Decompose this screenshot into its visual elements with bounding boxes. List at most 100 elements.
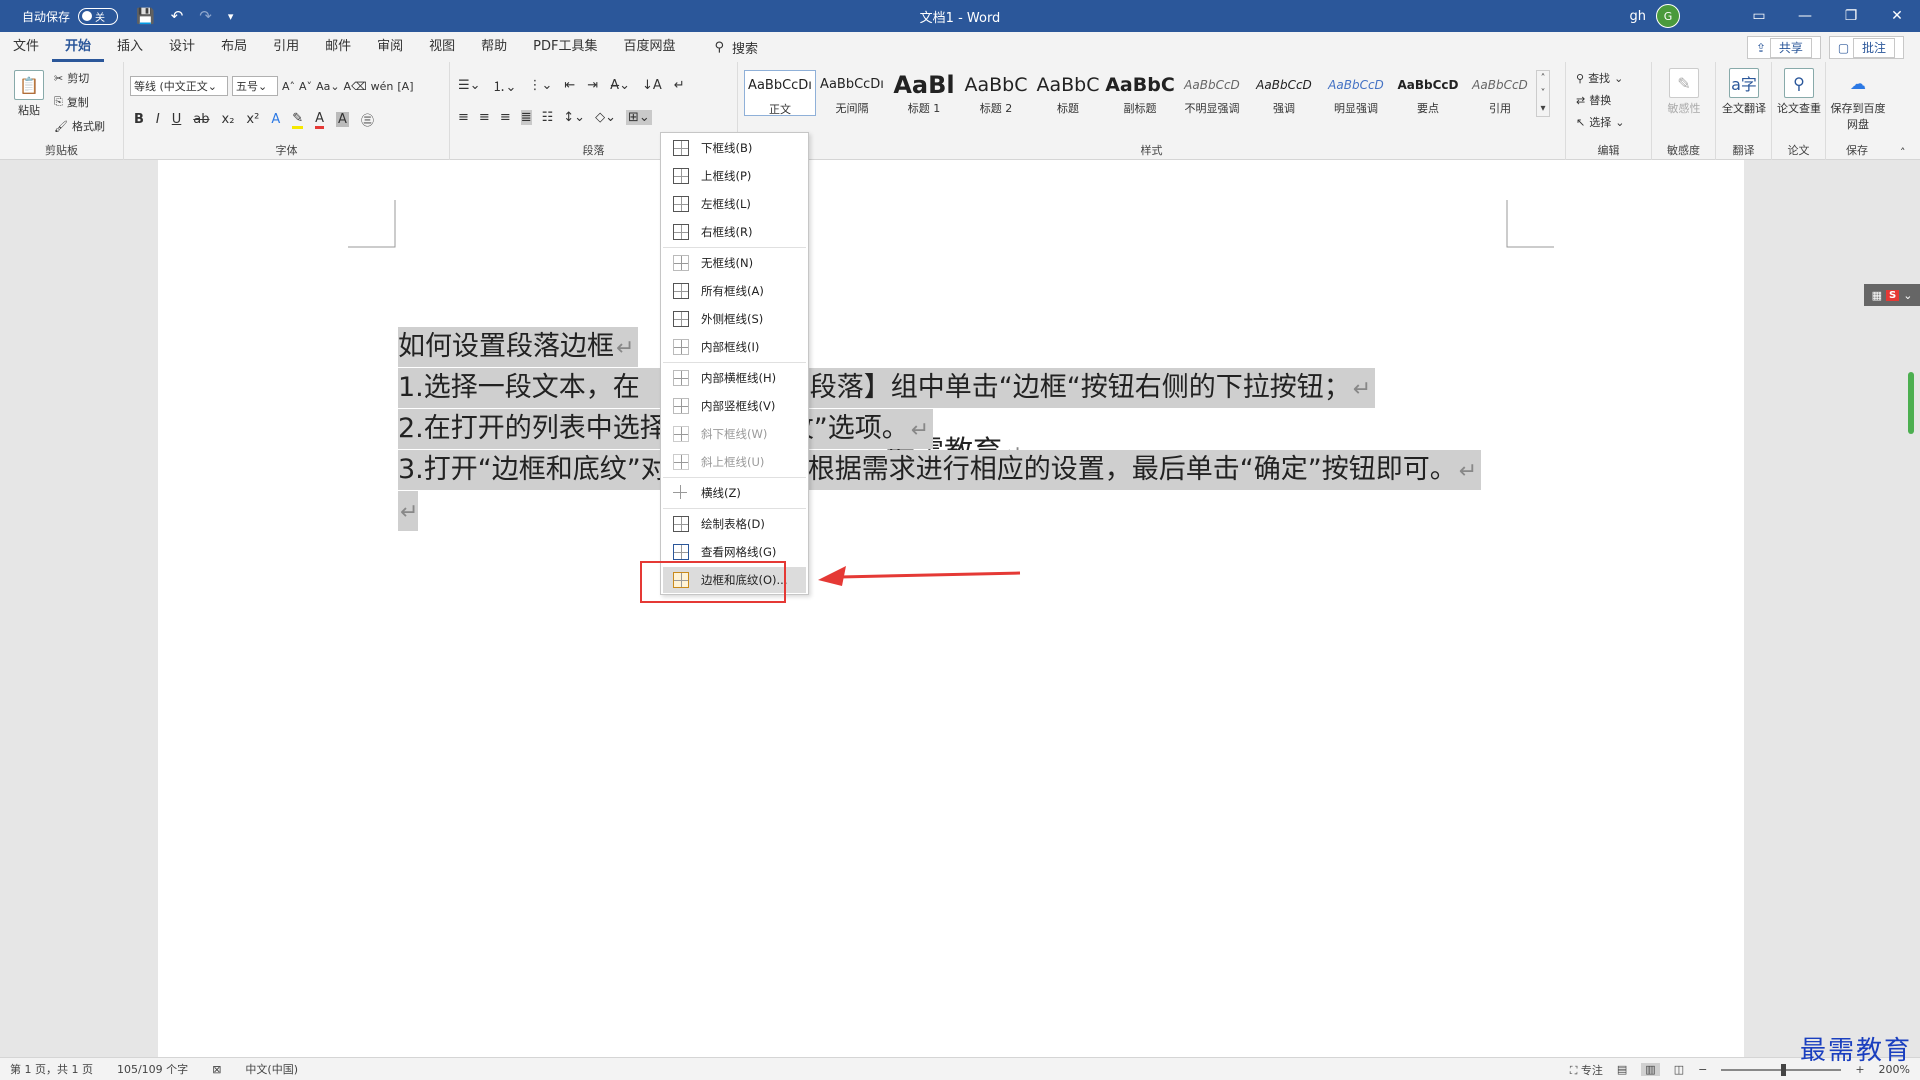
grow-font-icon[interactable]: A˄ xyxy=(282,80,295,93)
minimize-button[interactable]: — xyxy=(1782,0,1828,32)
language[interactable]: 中文(中国) xyxy=(245,1061,298,1077)
zoom-slider-thumb[interactable] xyxy=(1781,1063,1787,1076)
user-account[interactable]: gh G xyxy=(1630,0,1680,32)
doc-line-empty[interactable]: ↵ xyxy=(398,491,419,531)
line-spacing-icon[interactable]: ↕⌄ xyxy=(563,110,585,125)
borders-icon[interactable]: ⊞⌄ xyxy=(625,110,652,125)
doc-line-step-3[interactable]: 3.打开“边框和底纹”对 根据需求进行相应的设置，最后单击“确定”按钮即可。↵ xyxy=(398,450,1482,490)
page-count[interactable]: 第 1 页，共 1 页 xyxy=(10,1061,93,1077)
styles-gallery-scroll[interactable]: ˄ ˅ ▾ xyxy=(1536,70,1550,117)
menu-item-inside-horizontal[interactable]: 内部横框线(H) xyxy=(663,365,806,391)
enclose-characters-icon[interactable]: ㊂ xyxy=(361,110,374,129)
style-subtitle[interactable]: AaBbC 副标题 xyxy=(1104,70,1176,116)
tab-layout[interactable]: 布局 xyxy=(208,32,260,62)
strikethrough-icon[interactable]: ab xyxy=(193,112,209,127)
bullets-icon[interactable]: ☰⌄ xyxy=(458,78,481,93)
zoom-out-button[interactable]: − xyxy=(1698,1063,1707,1076)
character-border-icon[interactable]: [A] xyxy=(397,80,413,93)
ribbon-display-icon[interactable]: ▭ xyxy=(1736,0,1782,32)
menu-item-inside-vertical[interactable]: 内部竖框线(V) xyxy=(663,393,806,419)
superscript-icon[interactable]: x² xyxy=(246,112,259,127)
word-count[interactable]: 105/109 个字 xyxy=(117,1061,188,1077)
font-name-select[interactable]: 等线 (中文正文 ⌄ xyxy=(130,76,228,96)
copy-button[interactable]: ⎘ 复制 xyxy=(54,94,89,110)
focus-mode-button[interactable]: ⛶ 专注 xyxy=(1570,1062,1603,1078)
menu-item-bottom-border[interactable]: 下框线(B) xyxy=(663,135,806,161)
style-no-spacing[interactable]: AaBbCcDı 无间隔 xyxy=(816,70,888,116)
menu-item-left-border[interactable]: 左框线(L) xyxy=(663,191,806,217)
decrease-indent-icon[interactable]: ⇤ xyxy=(564,78,575,93)
style-heading-2[interactable]: AaBbC 标题 2 xyxy=(960,70,1032,116)
avatar[interactable]: G xyxy=(1656,4,1680,28)
cut-button[interactable]: ✂ 剪切 xyxy=(54,70,89,86)
text-effects-icon[interactable]: A xyxy=(271,112,280,127)
tab-insert[interactable]: 插入 xyxy=(104,32,156,62)
style-normal[interactable]: AaBbCcDı 正文 xyxy=(744,70,816,116)
tab-design[interactable]: 设计 xyxy=(156,32,208,62)
tab-review[interactable]: 审阅 xyxy=(364,32,416,62)
restore-button[interactable]: ❐ xyxy=(1828,0,1874,32)
bold-icon[interactable]: B xyxy=(134,112,144,127)
style-emphasis[interactable]: AaBbCcD 强调 xyxy=(1248,70,1320,116)
multilevel-list-icon[interactable]: ⋮⌄ xyxy=(528,78,552,93)
align-left-icon[interactable]: ≡ xyxy=(458,110,469,125)
menu-item-draw-table[interactable]: 绘制表格(D) xyxy=(663,511,806,537)
replace-button[interactable]: ⇄ 替换 xyxy=(1576,92,1611,108)
shrink-font-icon[interactable]: A˅ xyxy=(299,80,312,93)
shading-icon[interactable]: ◇⌄ xyxy=(595,110,616,125)
tab-baidu-netdisk[interactable]: 百度网盘 xyxy=(610,32,688,62)
style-title[interactable]: AaBbC 标题 xyxy=(1032,70,1104,116)
asian-layout-icon[interactable]: A̶⌄ xyxy=(610,78,630,93)
paste-button[interactable]: 📋 粘贴 xyxy=(6,70,52,118)
undo-icon[interactable]: ↶ xyxy=(171,7,184,25)
customize-qat-icon[interactable]: ▾ xyxy=(228,10,234,23)
style-heading-1[interactable]: AaBl 标题 1 xyxy=(888,70,960,116)
redo-icon[interactable]: ↷ xyxy=(199,7,212,25)
find-button[interactable]: ⚲ 查找 ⌄ xyxy=(1576,70,1623,86)
ime-widget[interactable]: ▦ S ⌄ xyxy=(1864,284,1920,306)
show-marks-icon[interactable]: ↵ xyxy=(674,78,685,93)
underline-icon[interactable]: U xyxy=(172,112,182,127)
style-intense-emphasis[interactable]: AaBbCcD 明显强调 xyxy=(1320,70,1392,116)
menu-item-horizontal-line[interactable]: 横线(Z) xyxy=(663,480,806,506)
translate-button[interactable]: a字 全文翻译 xyxy=(1721,68,1767,116)
character-shading-icon[interactable]: A xyxy=(336,112,349,127)
select-button[interactable]: ↖ 选择 ⌄ xyxy=(1576,114,1624,130)
clear-formatting-icon[interactable]: A⌫ xyxy=(344,80,367,93)
menu-item-all-borders[interactable]: 所有框线(A) xyxy=(663,278,806,304)
subscript-icon[interactable]: x₂ xyxy=(222,112,235,127)
read-mode-icon[interactable]: ▤ xyxy=(1617,1063,1627,1076)
comments-button[interactable]: ▢ 批注 xyxy=(1828,36,1904,59)
doc-line-title[interactable]: 如何设置段落边框↵ xyxy=(398,327,639,367)
menu-item-right-border[interactable]: 右框线(R) xyxy=(663,219,806,245)
doc-line-step-1[interactable]: 1.选择一段文本，在 段落】组中单击“边框“按钮右侧的下拉按钮；↵ xyxy=(398,368,1376,408)
document-page[interactable] xyxy=(158,160,1744,1057)
autosave-toggle[interactable]: 自动保存 关 xyxy=(22,7,119,25)
style-quote[interactable]: AaBbCcD 引用 xyxy=(1464,70,1536,116)
justify-icon[interactable]: ≣ xyxy=(520,110,532,125)
numbering-icon[interactable]: ⒈⌄ xyxy=(493,76,517,95)
highlight-color-icon[interactable]: ✎ xyxy=(292,111,304,129)
save-icon[interactable]: 💾 xyxy=(136,7,155,25)
tab-help[interactable]: 帮助 xyxy=(468,32,520,62)
paper-check-button[interactable]: ⚲ 论文查重 xyxy=(1776,68,1822,116)
tab-home[interactable]: 开始 xyxy=(52,32,105,62)
font-size-select[interactable]: 五号 ⌄ xyxy=(232,76,278,96)
style-subtle-emphasis[interactable]: AaBbCcD 不明显强调 xyxy=(1176,70,1248,116)
share-button[interactable]: ⇪ 共享 xyxy=(1746,36,1821,59)
web-layout-icon[interactable]: ◫ xyxy=(1674,1063,1684,1076)
format-painter-button[interactable]: 🖌 格式刷 xyxy=(54,118,105,134)
sort-icon[interactable]: ↓A xyxy=(642,78,662,93)
change-case-icon[interactable]: Aa⌄ xyxy=(316,80,339,93)
sensitivity-button[interactable]: ✎ 敏感性 xyxy=(1661,68,1707,116)
style-strong[interactable]: AaBbCcD 要点 xyxy=(1392,70,1464,116)
zoom-slider[interactable] xyxy=(1721,1063,1842,1076)
autosave-switch[interactable]: 关 xyxy=(78,7,119,25)
print-layout-icon[interactable]: ▥ xyxy=(1641,1063,1660,1076)
increase-indent-icon[interactable]: ⇥ xyxy=(587,78,598,93)
align-right-icon[interactable]: ≡ xyxy=(500,110,511,125)
menu-item-top-border[interactable]: 上框线(P) xyxy=(663,163,806,189)
italic-icon[interactable]: I xyxy=(156,112,160,127)
close-button[interactable]: ✕ xyxy=(1874,0,1920,32)
menu-item-inside-borders[interactable]: 内部框线(I) xyxy=(663,334,806,360)
